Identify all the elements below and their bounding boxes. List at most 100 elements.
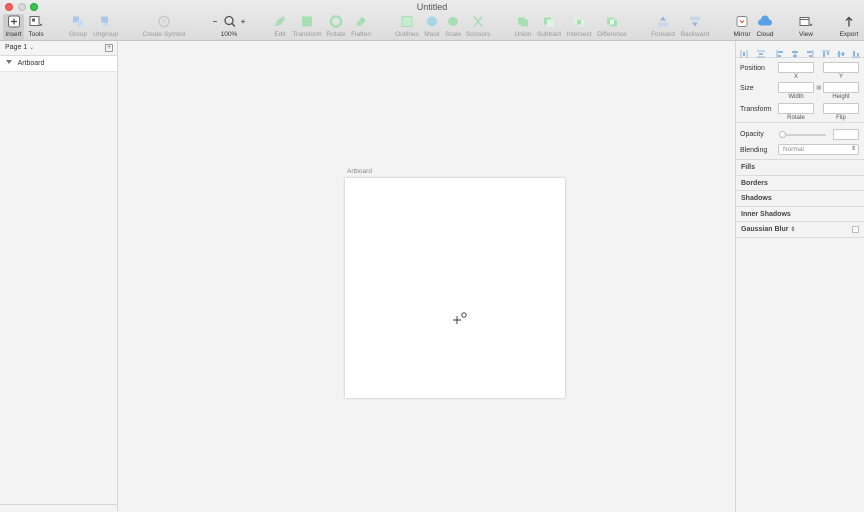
height-field[interactable] [823,82,859,93]
subtract-button[interactable]: Subtract [535,14,563,40]
borders-section[interactable]: Borders [736,176,864,191]
scissors-icon [473,16,483,27]
mirror-button[interactable]: Mirror [731,14,753,40]
blur-enabled-checkbox[interactable] [852,226,859,233]
create-symbol-button[interactable]: Create Symbol [141,14,187,40]
union-icon [518,17,528,27]
layer-name: Artboard [17,60,45,67]
lock-ratio-icon[interactable]: ▣ [816,84,822,91]
rotate-field[interactable] [778,103,814,114]
edit-icon [275,16,285,27]
forward-button[interactable]: Forward [650,14,676,40]
artboard-title[interactable]: Artboard [347,168,372,175]
insert-button[interactable]: Insert [3,14,24,40]
cloud-button[interactable]: Cloud [754,14,776,40]
align-left-icon[interactable] [776,45,784,58]
zoom-control[interactable]: 100% [210,14,248,40]
flatten-button[interactable]: Flatten [349,14,373,40]
blur-type-stepper-icon[interactable]: ⇕ [790,227,795,233]
mask-label: Mask [424,31,440,38]
sidebar-footer [0,504,117,512]
tools-button[interactable]: Tools [26,14,46,40]
inner-shadows-section[interactable]: Inner Shadows [736,207,864,222]
oval-crosshair-cursor-icon [453,312,467,324]
intersect-label: Intersect [566,31,592,38]
width-caption: Width [788,94,804,100]
group-button[interactable]: Group [68,14,88,40]
plus-square-icon [7,15,20,28]
inner-shadows-label: Inner Shadows [741,210,791,218]
transform-label: Transform [740,106,772,113]
page-selector[interactable]: Page 1 ⌄ + [0,41,117,56]
mirror-label: Mirror [733,31,751,38]
inspector-panel: Position X Y Size ▣ Width Height Transfo… [735,41,864,512]
difference-icon [607,17,617,27]
rotate-button[interactable]: Rotate [326,14,346,40]
bring-forward-icon [658,16,668,27]
opacity-field[interactable] [833,129,859,140]
mask-icon [427,16,437,27]
position-label: Position [740,65,765,72]
fills-section[interactable]: Fills [736,160,864,176]
blur-section[interactable]: Gaussian Blur ⇕ [736,222,864,238]
union-label: Union [514,31,532,38]
rotate-icon [329,15,343,28]
layer-item[interactable]: Artboard [0,56,117,72]
align-center-icon[interactable] [791,45,799,58]
blending-value: Normal [783,146,804,153]
scale-icon [448,17,458,26]
export-button[interactable]: Export [838,14,860,40]
add-page-icon[interactable]: + [105,44,113,52]
blending-label: Blending [740,147,768,154]
position-y-field[interactable] [823,62,859,73]
width-field[interactable] [778,82,814,93]
stepper-icon: ⇕ [850,146,856,152]
distribute-vertical-icon[interactable] [757,45,765,58]
geometry-section: Position X Y Size ▣ Width Height Transfo… [736,58,864,123]
align-bottom-icon[interactable] [852,45,860,58]
flatten-icon [356,16,366,27]
blending-select[interactable]: Normal ⇕ [778,144,859,155]
align-middle-icon[interactable] [837,45,845,57]
scissors-button[interactable]: Scissors [465,14,491,40]
send-backward-icon [690,16,700,27]
x-caption: X [793,74,798,80]
opacity-slider-knob[interactable] [779,131,786,138]
intersect-button[interactable]: Intersect [565,14,593,40]
subtract-label: Subtract [536,31,562,38]
align-top-icon[interactable] [822,45,830,57]
distribute-horizontal-icon[interactable] [740,45,748,58]
ungroup-button[interactable]: Ungroup [93,14,118,40]
difference-label: Difference [597,31,627,38]
edit-button[interactable]: Edit [272,14,288,40]
view-icon [799,17,813,26]
forward-label: Forward [651,31,675,38]
shadows-section[interactable]: Shadows [736,191,864,207]
align-right-icon[interactable] [806,45,814,58]
scale-button[interactable]: Scale [443,14,463,40]
zoom-icon [213,15,245,28]
backward-label: Backward [680,31,710,38]
opacity-label: Opacity [740,131,764,138]
union-button[interactable]: Union [513,14,533,40]
backward-button[interactable]: Backward [679,14,711,40]
transform-button[interactable]: Transform [291,14,323,40]
disclosure-triangle-icon[interactable] [6,60,12,64]
view-button[interactable]: View [795,14,817,40]
flip-control[interactable] [823,103,859,114]
tools-icon [29,16,43,26]
outlines-button[interactable]: Outlines [394,14,420,40]
alignment-toolbar [736,41,864,58]
difference-button[interactable]: Difference [596,14,628,40]
create-symbol-label: Create Symbol [142,31,186,38]
edit-label: Edit [274,31,286,38]
intersect-icon [574,17,584,27]
position-x-field[interactable] [778,62,814,73]
mask-button[interactable]: Mask [422,14,442,40]
opacity-slider[interactable] [782,134,826,136]
canvas[interactable]: Artboard [119,41,735,512]
artboard[interactable] [345,178,565,398]
height-caption: Height [832,94,850,100]
group-icon [73,16,83,27]
subtract-icon [544,17,554,27]
